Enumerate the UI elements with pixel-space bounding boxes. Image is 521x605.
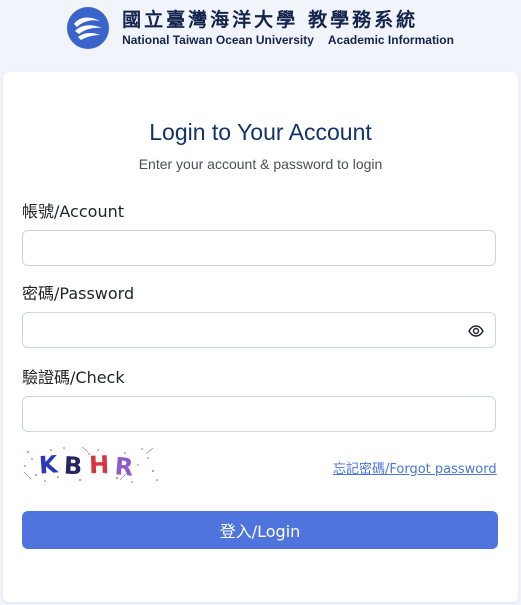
login-button[interactable]: 登入/Login [22, 511, 498, 549]
captcha-image[interactable]: K B H R [22, 444, 160, 484]
captcha-char-1: K [38, 450, 60, 479]
eye-icon[interactable] [468, 323, 484, 339]
captcha-char-4: R [114, 452, 135, 482]
login-title: Login to Your Account [149, 119, 372, 145]
forgot-password-link[interactable]: 忘記密碼/Forgot password [333, 458, 497, 477]
check-input[interactable] [22, 396, 496, 432]
site-header: 國立臺灣海洋大學 教學務系統 National Taiwan Ocean Univ… [0, 0, 521, 68]
password-label: 密碼/Password [22, 284, 135, 303]
captcha-char-3: H [89, 451, 110, 480]
school-name-zh: 國立臺灣海洋大學 [122, 9, 299, 31]
system-name-zh: 教學務系統 [308, 9, 419, 31]
password-input[interactable] [22, 312, 496, 348]
brand-name-en: National Taiwan Ocean University Academic… [122, 33, 454, 48]
brand-text: 國立臺灣海洋大學 教學務系統 National Taiwan Ocean Univ… [122, 8, 454, 48]
brand-name-zh: 國立臺灣海洋大學 教學務系統 [122, 8, 454, 32]
system-name-en: Academic Information [327, 33, 454, 47]
account-input[interactable] [22, 230, 496, 266]
account-label: 帳號/Account [22, 202, 124, 221]
brand[interactable]: 國立臺灣海洋大學 教學務系統 National Taiwan Ocean Univ… [67, 7, 454, 49]
captcha-char-2: B [63, 451, 83, 480]
login-subtitle: Enter your account & password to login [138, 156, 383, 172]
login-card: Login to Your Account Enter your account… [3, 72, 518, 602]
check-label: 驗證碼/Check [22, 368, 125, 387]
school-name-en: National Taiwan Ocean University [122, 33, 314, 47]
ntou-wave-logo-icon [67, 7, 110, 49]
